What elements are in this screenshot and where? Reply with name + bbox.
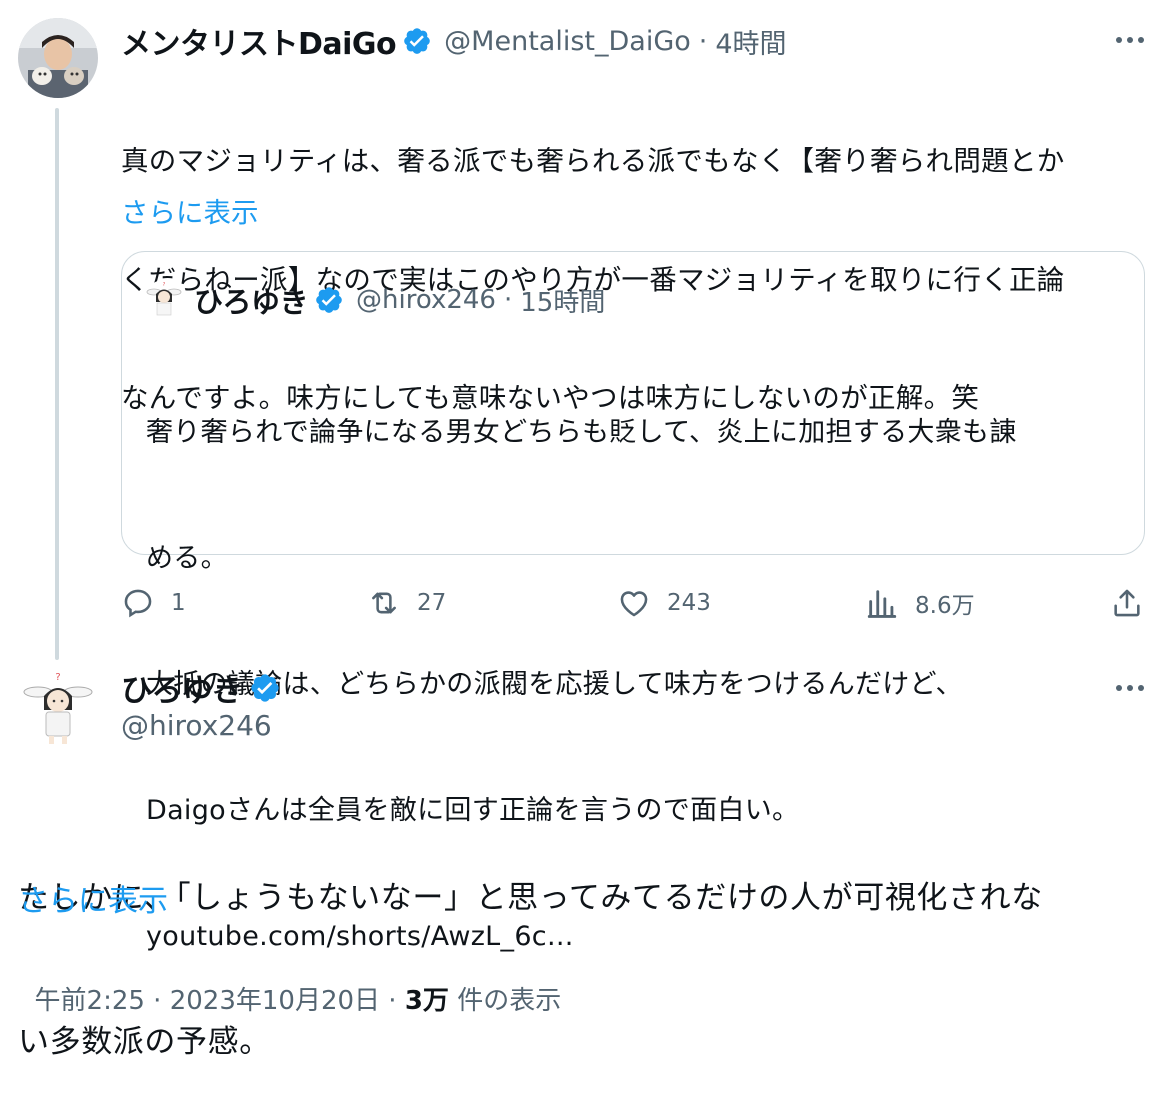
reply-icon	[124, 589, 152, 618]
more-dots-icon	[1116, 685, 1144, 691]
svg-text:?: ?	[55, 672, 60, 683]
tweet2-body: たしかに、「しょうもないなー」と思ってみてるだけの人が可視化されな い多数派の予…	[18, 778, 1158, 1114]
quote-text-line: める。	[146, 543, 228, 574]
verified-badge-icon	[402, 26, 432, 56]
more-options-button[interactable]	[1112, 668, 1148, 708]
thread-connector-line	[55, 108, 59, 660]
show-more-link[interactable]: さらに表示	[18, 876, 168, 920]
quote-timestamp: 15時間	[520, 287, 606, 318]
tweet-text-line: 真のマジョリティは、奢る派でも奢られる派でもなく【奢り奢られ問題とか	[121, 145, 1065, 177]
tweet1-header: メンタリストDaiGo @Mentalist_DaiGo · 4時間	[121, 19, 787, 63]
handle[interactable]: @hirox246	[121, 709, 272, 742]
views-count: 8.6万	[915, 593, 975, 619]
retweet-icon	[372, 592, 396, 614]
tweet2-header-name: ひろゆき	[121, 665, 279, 709]
quote-avatar[interactable]: ?	[144, 280, 184, 320]
tweet-meta-line: 午前2:25 · 2023年10月20日 · 3万 件の表示	[18, 950, 562, 1017]
views-count: 3万	[404, 986, 449, 1016]
share-icon	[1114, 589, 1140, 617]
verified-badge-icon	[249, 672, 279, 702]
quote-display-name[interactable]: ひろゆき	[194, 279, 309, 321]
display-name[interactable]: ひろゆき	[121, 665, 244, 710]
views-label: 件の表示	[448, 986, 562, 1016]
retweet-count: 27	[417, 590, 447, 616]
quote-text-line: 大抵の議論は、どちらかの派閥を応援して味方をつけるんだけど、	[146, 669, 963, 700]
like-count: 243	[667, 590, 711, 616]
post-timestamp[interactable]: 午前2:25 · 2023年10月20日 ·	[35, 986, 405, 1016]
more-dots-icon	[1116, 37, 1144, 43]
quote-header: ひろゆき @hirox246 · 15時間	[194, 279, 605, 321]
more-options-button[interactable]	[1112, 20, 1148, 60]
svg-text:?: ?	[163, 282, 166, 288]
analytics-icon	[867, 590, 897, 618]
handle[interactable]: @Mentalist_DaiGo	[444, 26, 691, 57]
avatar-daigo[interactable]	[18, 18, 98, 98]
reply-count: 1	[171, 590, 186, 616]
separator: ·	[503, 285, 513, 315]
tweet-text-line: い多数派の予感。	[18, 1024, 271, 1060]
display-name[interactable]: メンタリストDaiGo	[121, 19, 397, 63]
timestamp[interactable]: 4時間	[715, 22, 786, 61]
views-button[interactable]: 8.6万	[865, 583, 975, 623]
quote-text-line: 奢り奢られで論争になる男女どちらも貶して、炎上に加担する大衆も諌	[146, 417, 1017, 448]
like-button[interactable]: 243	[617, 583, 711, 623]
avatar-hiroyuki[interactable]: ?	[18, 666, 98, 746]
verified-badge-icon	[314, 285, 344, 315]
retweet-button[interactable]: 27	[367, 583, 446, 623]
separator: ·	[698, 25, 708, 57]
quote-handle: @hirox246	[356, 285, 496, 315]
tweet-text-line: たしかに、「しょうもないなー」と思ってみてるだけの人が可視化されな	[18, 880, 1043, 916]
share-button[interactable]	[1110, 583, 1160, 623]
heart-icon	[620, 591, 648, 617]
reply-button[interactable]: 1	[121, 583, 186, 623]
show-more-link[interactable]: さらに表示	[121, 190, 259, 230]
quoted-tweet-card[interactable]: ? ひろゆき @hirox246 · 15時間 奢り奢られで論争になる男女どちら…	[121, 251, 1145, 952]
